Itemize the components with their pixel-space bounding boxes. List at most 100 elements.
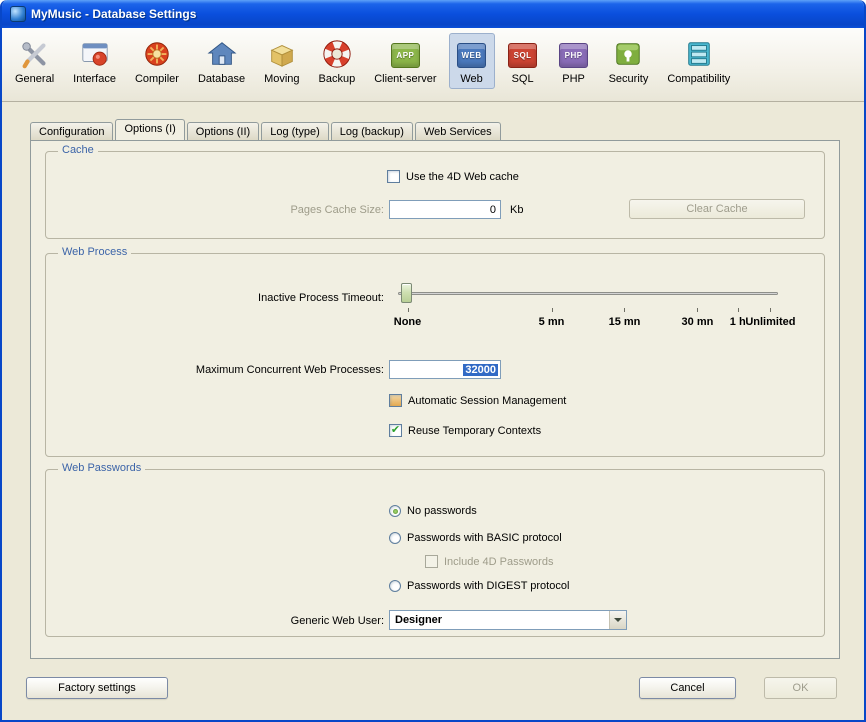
automatic-session-management-checkbox[interactable]: Automatic Session Management	[389, 394, 566, 407]
cache-size-unit-label: Kb	[510, 204, 523, 216]
web-passwords-group: Web Passwords No passwords Passwords wit…	[45, 469, 825, 637]
toolbar-item-label: General	[15, 73, 54, 85]
toolbar-item-compatibility[interactable]: Compatibility	[660, 33, 737, 89]
toolbar-item-backup[interactable]: Backup	[312, 33, 363, 89]
reuse-temporary-contexts-checkbox[interactable]: Reuse Temporary Contexts	[389, 424, 541, 437]
package-icon	[266, 38, 298, 70]
use-web-cache-checkbox[interactable]: Use the 4D Web cache	[387, 170, 519, 183]
slider-tick	[552, 308, 553, 312]
include-4d-passwords-label: Include 4D Passwords	[444, 556, 553, 568]
settings-tabstrip: Configuration Options (I) Options (II) L…	[30, 120, 503, 140]
slider-tick	[408, 308, 409, 312]
database-settings-window: MyMusic - Database Settings General	[0, 0, 866, 722]
options-panel: Cache Use the 4D Web cache Pages Cache S…	[30, 140, 840, 659]
tab-log-backup[interactable]: Log (backup)	[331, 122, 413, 140]
checkbox-box-icon	[389, 424, 402, 437]
sql-cube-icon: SQL	[507, 38, 539, 70]
clear-cache-button[interactable]: Clear Cache	[629, 199, 805, 219]
reuse-temporary-contexts-label: Reuse Temporary Contexts	[408, 425, 541, 437]
toolbar-item-label: Security	[609, 73, 649, 85]
toolbar-item-label: Compiler	[135, 73, 179, 85]
tab-options-2[interactable]: Options (II)	[187, 122, 259, 140]
php-cube-icon: PHP	[558, 38, 590, 70]
titlebar[interactable]: MyMusic - Database Settings	[2, 0, 864, 28]
toolbar-item-label: Moving	[264, 73, 299, 85]
timeout-slider[interactable]: None 5 mn 15 mn 30 mn 1 h Unlimited	[396, 280, 780, 340]
window-title: MyMusic - Database Settings	[31, 7, 196, 21]
no-passwords-radio[interactable]: No passwords	[389, 505, 477, 517]
toolbar-item-compiler[interactable]: Compiler	[128, 33, 186, 89]
lock-icon	[612, 38, 644, 70]
app-icon	[10, 6, 26, 22]
toolbar-item-label: SQL	[512, 73, 534, 85]
toolbar-item-label: Database	[198, 73, 245, 85]
radio-button-icon	[389, 505, 401, 517]
compiler-icon	[141, 38, 173, 70]
lifebuoy-icon	[321, 38, 353, 70]
toolbar-item-label: Interface	[73, 73, 116, 85]
use-web-cache-label: Use the 4D Web cache	[406, 171, 519, 183]
toolbar-item-general[interactable]: General	[8, 33, 61, 89]
selected-text: 32000	[463, 364, 498, 376]
slider-label-5mn: 5 mn	[539, 316, 565, 328]
basic-protocol-radio[interactable]: Passwords with BASIC protocol	[389, 532, 562, 544]
tab-log-type[interactable]: Log (type)	[261, 122, 329, 140]
inactive-timeout-label: Inactive Process Timeout:	[54, 292, 384, 304]
toolbar-item-moving[interactable]: Moving	[257, 33, 306, 89]
slider-tick	[697, 308, 698, 312]
tools-icon	[19, 38, 51, 70]
php-cube-badge: PHP	[559, 43, 588, 68]
toolbar-item-client-server[interactable]: APP Client-server	[367, 33, 443, 89]
digest-protocol-label: Passwords with DIGEST protocol	[407, 580, 569, 592]
app-cube-badge: APP	[391, 43, 420, 68]
web-process-group-title: Web Process	[58, 246, 131, 258]
pages-cache-size-input[interactable]	[389, 200, 501, 219]
tab-configuration[interactable]: Configuration	[30, 122, 113, 140]
slider-tick	[738, 308, 739, 312]
slider-tick	[770, 308, 771, 312]
cache-group-title: Cache	[58, 144, 98, 156]
cancel-button[interactable]: Cancel	[639, 677, 736, 699]
max-web-processes-input[interactable]: 32000	[389, 360, 501, 379]
tab-web-services[interactable]: Web Services	[415, 122, 501, 140]
toolbar-item-php[interactable]: PHP PHP	[551, 33, 597, 89]
tab-options-1[interactable]: Options (I)	[115, 119, 184, 140]
sql-cube-badge: SQL	[508, 43, 537, 68]
include-4d-passwords-checkbox[interactable]: Include 4D Passwords	[425, 555, 553, 568]
interface-icon	[79, 38, 111, 70]
max-web-processes-label: Maximum Concurrent Web Processes:	[54, 364, 384, 376]
toolbar-item-sql[interactable]: SQL SQL	[500, 33, 546, 89]
checkbox-box-icon	[387, 170, 400, 183]
toolbar-item-label: Compatibility	[667, 73, 730, 85]
generic-web-user-combobox[interactable]: Designer	[389, 610, 627, 630]
web-cube-icon: WEB	[456, 38, 488, 70]
checkbox-box-icon	[425, 555, 438, 568]
combo-dropdown-button[interactable]	[609, 611, 626, 629]
slider-track[interactable]	[398, 292, 778, 295]
digest-protocol-radio[interactable]: Passwords with DIGEST protocol	[389, 580, 569, 592]
slider-label-unlimited: Unlimited	[745, 316, 795, 328]
ok-button[interactable]: OK	[764, 677, 837, 699]
toolbar-item-label: Web	[460, 73, 482, 85]
generic-web-user-label: Generic Web User:	[54, 615, 384, 627]
slider-label-15mn: 15 mn	[609, 316, 641, 328]
web-passwords-group-title: Web Passwords	[58, 462, 145, 474]
settings-toolbar: General Interface	[2, 28, 864, 102]
toolbar-item-label: PHP	[562, 73, 585, 85]
radio-button-icon	[389, 580, 401, 592]
cache-group: Cache Use the 4D Web cache Pages Cache S…	[45, 151, 825, 239]
factory-settings-button[interactable]: Factory settings	[26, 677, 168, 699]
chevron-down-icon	[614, 618, 622, 622]
toolbar-item-interface[interactable]: Interface	[66, 33, 123, 89]
pages-cache-size-label: Pages Cache Size:	[54, 204, 384, 216]
web-cube-badge: WEB	[457, 43, 486, 68]
toolbar-item-database[interactable]: Database	[191, 33, 252, 89]
slider-thumb[interactable]	[401, 283, 412, 303]
basic-protocol-label: Passwords with BASIC protocol	[407, 532, 562, 544]
radio-button-icon	[389, 532, 401, 544]
toolbar-item-label: Client-server	[374, 73, 436, 85]
toolbar-item-security[interactable]: Security	[602, 33, 656, 89]
toolbar-item-web[interactable]: WEB Web	[449, 33, 495, 89]
checkbox-box-icon	[389, 394, 402, 407]
slider-label-1h: 1 h	[730, 316, 746, 328]
